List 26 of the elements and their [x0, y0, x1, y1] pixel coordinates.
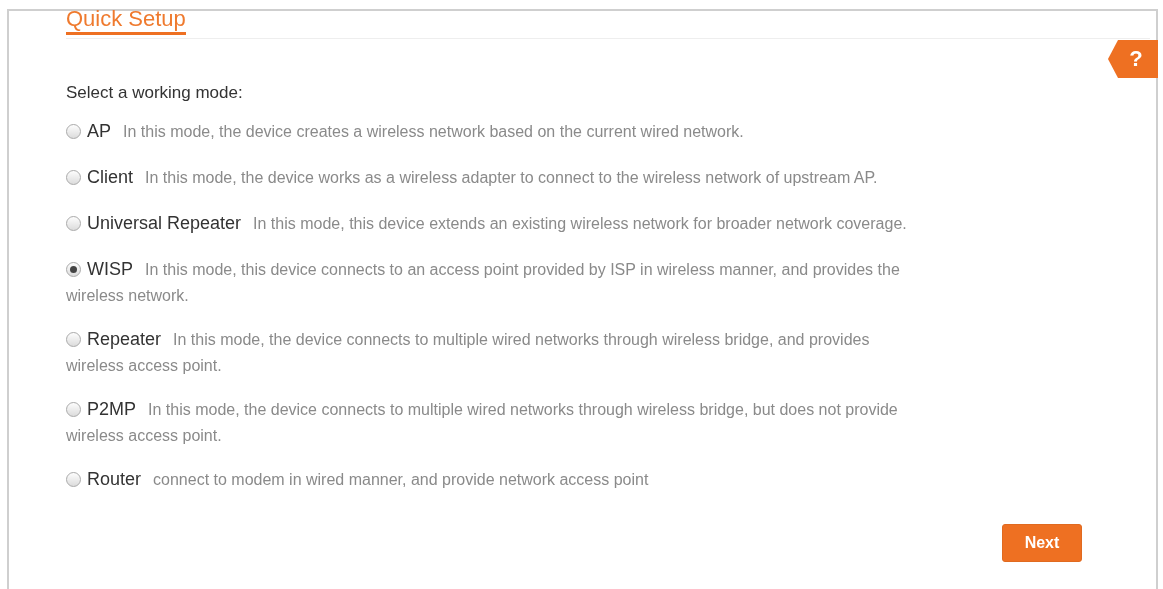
mode-label[interactable]: Router — [87, 469, 142, 489]
radio-button[interactable] — [66, 124, 81, 139]
radio-button[interactable] — [66, 170, 81, 185]
radio-button[interactable] — [66, 472, 81, 487]
radio-button[interactable] — [66, 402, 81, 417]
mode-description: In this mode, the device connects to multiple wired networks through wireless bridge, and provides — [173, 331, 870, 348]
mode-label[interactable]: Universal Repeater — [87, 213, 242, 233]
page-title: Quick Setup — [66, 8, 186, 35]
mode-description: In this mode, the device works as a wireless adapter to connect to the wireless network of upstream AP. — [145, 169, 878, 186]
mode-description: wireless access point. — [66, 357, 222, 374]
radio-button[interactable] — [66, 262, 81, 277]
mode-description: In this mode, the device creates a wireless network based on the current wired network. — [123, 123, 744, 140]
mode-description: In this mode, the device connects to multiple wired networks through wireless bridge, but does not provide — [148, 401, 898, 418]
radio-button[interactable] — [66, 332, 81, 347]
mode-description: wireless network. — [66, 287, 189, 304]
radio-button[interactable] — [66, 216, 81, 231]
mode-label[interactable]: P2MP — [87, 399, 137, 419]
mode-label[interactable]: AP — [87, 121, 111, 141]
mode-description: connect to modem in wired manner, and provide network access point — [153, 471, 649, 488]
mode-label[interactable]: Client — [87, 167, 134, 187]
prompt-text: Select a working mode: — [66, 83, 244, 103]
mode-description: In this mode, this device extends an existing wireless network for broader network coverage. — [253, 215, 907, 232]
mode-description: wireless access point. — [66, 427, 222, 444]
mode-label[interactable]: WISP — [87, 259, 133, 279]
mode-label[interactable]: Repeater — [87, 329, 162, 349]
mode-description: In this mode, this device connects to an access point provided by ISP in wireless manner, and provides the — [145, 261, 900, 278]
